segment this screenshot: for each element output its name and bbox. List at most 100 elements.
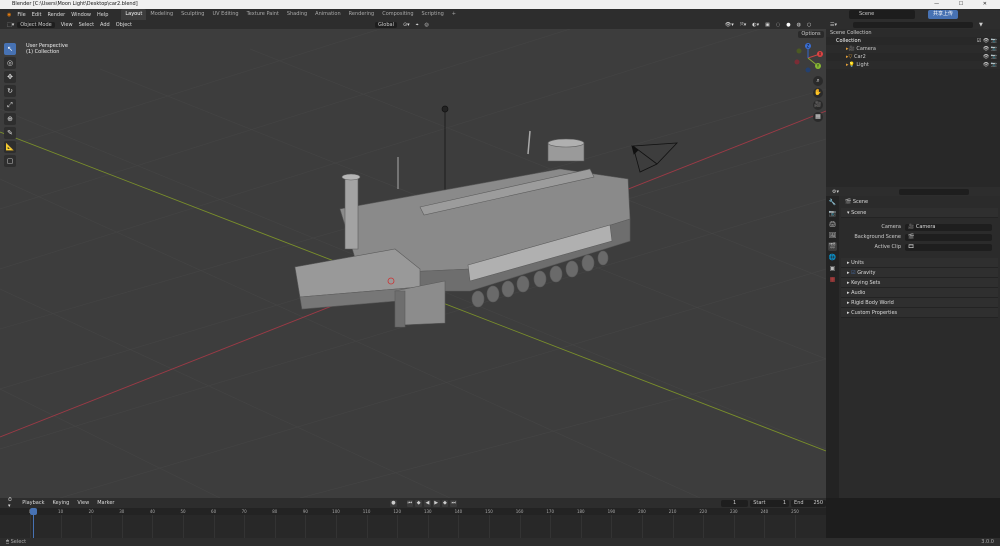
menu-marker[interactable]: Marker — [93, 500, 118, 506]
pivot-icon[interactable]: ⊙▾ — [400, 22, 413, 28]
menu-edit[interactable]: Edit — [29, 12, 45, 18]
camera-field[interactable]: 🎥 Camera — [905, 223, 992, 231]
scene-selector[interactable]: Scene — [849, 10, 915, 19]
end-frame-field[interactable]: End 250 — [791, 499, 827, 507]
tab-sculpting[interactable]: Sculpting — [177, 9, 208, 20]
annotate-tool-icon[interactable]: ✎ — [4, 127, 16, 139]
current-frame-field[interactable]: 1 — [720, 499, 749, 507]
tab-world-icon[interactable]: 🌐 — [828, 253, 837, 262]
menu-file[interactable]: File — [14, 12, 28, 18]
panel-custom-properties[interactable]: ▸ Custom Properties — [841, 308, 998, 318]
shading-material-icon[interactable]: ◍ — [794, 22, 804, 28]
jump-start-icon[interactable]: ⏮ — [406, 499, 414, 507]
tab-shading[interactable]: Shading — [283, 9, 311, 20]
play-icon[interactable]: ▶ — [432, 499, 440, 507]
panel-keying-sets[interactable]: ▸ Keying Sets — [841, 278, 998, 288]
play-reverse-icon[interactable]: ◀ — [424, 499, 431, 507]
visibility-toggles[interactable]: 👁 📷 — [983, 45, 997, 53]
editor-type-icon[interactable]: ⬚▾ — [4, 22, 17, 28]
outliner-row-camera[interactable]: ▸🎥 Camera 👁 📷 — [826, 45, 1000, 53]
menu-view[interactable]: View — [58, 22, 76, 28]
menu-add[interactable]: Add — [97, 22, 113, 28]
rotate-tool-icon[interactable]: ↻ — [4, 85, 16, 97]
add-workspace-button[interactable]: + — [448, 9, 460, 20]
menu-keying[interactable]: Keying — [49, 500, 74, 506]
outliner-editor-icon[interactable]: ☰▾ — [830, 22, 837, 28]
pan-hand-icon[interactable]: ✋ — [813, 88, 823, 98]
playhead[interactable] — [30, 508, 38, 515]
window-controls[interactable]: — ☐ ✕ — [934, 0, 996, 9]
gizmo-toggle-icon[interactable]: ⤧▾ — [737, 22, 750, 28]
select-tool-icon[interactable]: ↖ — [4, 43, 16, 55]
shading-solid-icon[interactable]: ● — [783, 22, 793, 28]
proportional-edit-icon[interactable]: ◎ — [422, 22, 432, 28]
tab-texture-paint[interactable]: Texture Paint — [243, 9, 283, 20]
shading-wireframe-icon[interactable]: ◌ — [773, 22, 783, 28]
panel-rigid-body[interactable]: ▸ Rigid Body World — [841, 298, 998, 308]
tab-view-layer-icon[interactable]: 🖼 — [828, 231, 837, 240]
menu-render[interactable]: Render — [44, 12, 68, 18]
move-tool-icon[interactable]: ✥ — [4, 71, 16, 83]
tab-collection-icon[interactable]: ▣ — [828, 264, 837, 273]
blender-logo-icon[interactable]: ◉ — [4, 12, 14, 18]
transform-orientation-dropdown[interactable]: Global — [375, 21, 397, 28]
tab-tool-icon[interactable]: 🔧 — [828, 198, 837, 207]
panel-gravity[interactable]: ▸ ☑ Gravity — [841, 268, 998, 278]
snap-icon[interactable]: ⌖ — [413, 22, 422, 28]
visibility-icon[interactable]: 👁▾ — [722, 22, 737, 28]
zoom-icon[interactable]: ⌕ — [813, 76, 823, 86]
gravity-checkbox[interactable]: ☑ — [851, 270, 855, 276]
tab-texture-icon[interactable]: ▦ — [828, 275, 837, 284]
upload-button[interactable]: 共享上传 — [928, 10, 958, 19]
navigation-gizmo[interactable]: X Y Z — [792, 42, 824, 74]
outliner-row-collection[interactable]: Collection ☑ 👁 📷 — [826, 37, 1000, 45]
visibility-toggles[interactable]: 👁 📷 — [983, 53, 997, 61]
transform-tool-icon[interactable]: ⊕ — [4, 113, 16, 125]
properties-search-input[interactable] — [899, 188, 969, 195]
outliner-row-scene-collection[interactable]: Scene Collection — [826, 29, 1000, 37]
shading-rendered-icon[interactable]: ○ — [804, 22, 814, 28]
jump-end-icon[interactable]: ⏭ — [450, 499, 458, 507]
tab-output-icon[interactable]: 🖨 — [828, 220, 837, 229]
record-icon[interactable]: ● — [390, 499, 397, 507]
add-cube-tool-icon[interactable]: ▢ — [4, 155, 16, 167]
menu-select[interactable]: Select — [76, 22, 97, 28]
tab-render-icon[interactable]: 📷 — [828, 209, 837, 218]
outliner-row-car2[interactable]: ▸▽ Car2 👁 📷 — [826, 53, 1000, 61]
menu-timeline-view[interactable]: View — [73, 500, 93, 506]
menu-object[interactable]: Object — [113, 22, 135, 28]
prev-key-icon[interactable]: ◆ — [415, 499, 423, 507]
start-frame-field[interactable]: Start 1 — [750, 499, 790, 507]
options-dropdown[interactable]: Options — [798, 31, 824, 38]
menu-playback[interactable]: Playback — [18, 500, 48, 506]
camera-view-icon[interactable]: 🎥 — [813, 100, 823, 110]
filter-icon[interactable]: ▼ — [979, 22, 983, 28]
panel-scene[interactable]: ▾ Scene — [841, 208, 998, 218]
tab-scripting[interactable]: Scripting — [418, 9, 448, 20]
tab-layout[interactable]: Layout — [121, 9, 147, 20]
outliner-row-light[interactable]: ▸💡 Light 👁 📷 — [826, 61, 1000, 69]
tab-animation[interactable]: Animation — [311, 9, 345, 20]
timeline[interactable]: 0102030405060708090100110120130140150160… — [0, 508, 826, 538]
menu-window[interactable]: Window — [68, 12, 94, 18]
visibility-toggles[interactable]: 👁 📷 — [983, 61, 997, 69]
panel-units[interactable]: ▸ Units — [841, 258, 998, 268]
xray-icon[interactable]: ▣ — [762, 22, 773, 28]
overlay-toggle-icon[interactable]: ◐▾ — [749, 22, 762, 28]
measure-tool-icon[interactable]: 📐 — [4, 141, 16, 153]
scale-tool-icon[interactable]: ⤢ — [4, 99, 16, 111]
background-scene-field[interactable]: 🎬 — [905, 233, 992, 241]
properties-editor-icon[interactable]: ⚙▾ — [832, 189, 839, 195]
menu-help[interactable]: Help — [94, 12, 111, 18]
outliner-search-input[interactable] — [853, 21, 973, 28]
next-key-icon[interactable]: ◆ — [441, 499, 449, 507]
tab-compositing[interactable]: Compositing — [378, 9, 417, 20]
mode-dropdown[interactable]: Object Mode — [17, 21, 55, 28]
cursor-tool-icon[interactable]: ◎ — [4, 57, 16, 69]
tab-uv-editing[interactable]: UV Editing — [208, 9, 242, 20]
tab-scene-icon[interactable]: 🎬 — [828, 242, 837, 251]
3d-viewport[interactable] — [0, 29, 826, 498]
visibility-toggles[interactable]: ☑ 👁 📷 — [977, 37, 997, 45]
tab-rendering[interactable]: Rendering — [345, 9, 379, 20]
active-clip-field[interactable]: 🎞 — [905, 243, 992, 251]
